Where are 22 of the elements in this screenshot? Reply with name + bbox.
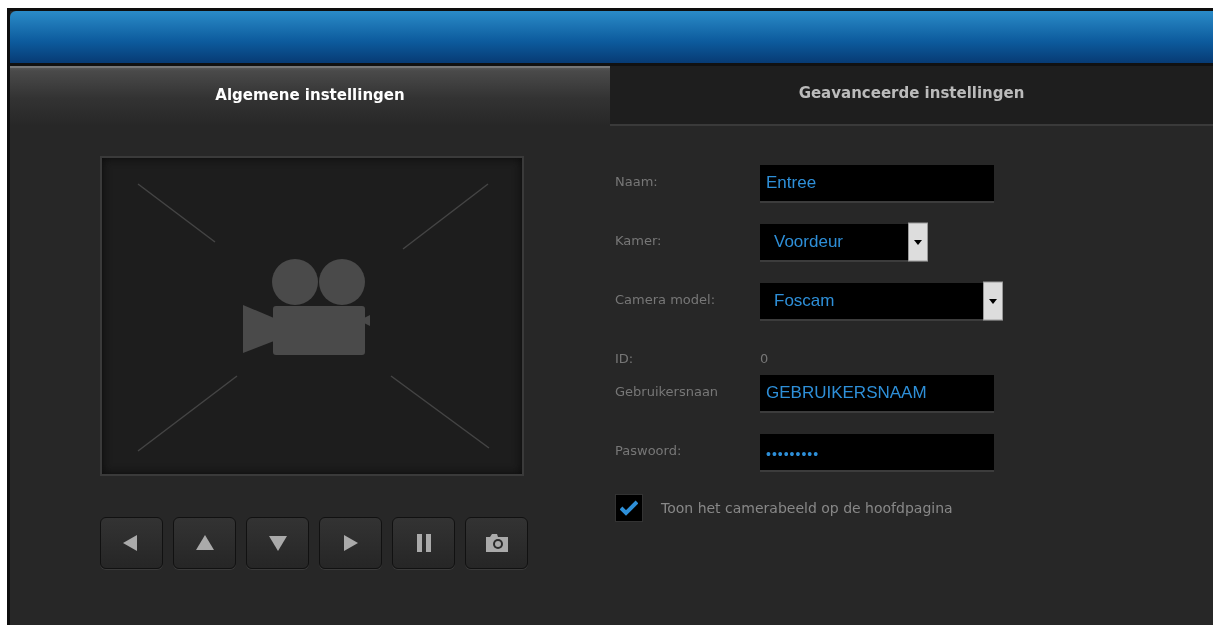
field-label: Kamer: [615, 232, 663, 250]
field-label: Gebruikersnaan [615, 383, 720, 401]
pan-button[interactable] [173, 517, 236, 569]
checkbox[interactable] [615, 494, 643, 522]
snapshot-button[interactable] [465, 517, 528, 569]
field-label: Naam: [615, 173, 659, 191]
field-label: Camera model: [615, 291, 716, 309]
select-field[interactable]: Foscam [760, 283, 1003, 321]
pan-button[interactable] [319, 517, 382, 569]
check-icon [620, 500, 638, 516]
input-field[interactable]: Entree [760, 165, 994, 203]
select-field[interactable]: Voordeur [760, 224, 928, 262]
input-field[interactable]: GEBRUIKERSNAAM [760, 375, 994, 413]
checkbox-label: Toon het camerabeeld op de hoofdpagina [661, 500, 953, 516]
pause-button[interactable] [392, 517, 455, 569]
pan-button[interactable] [100, 517, 163, 569]
field-label: ID: [615, 350, 635, 362]
id-value: 0 [760, 350, 769, 362]
field-label: Paswoord: [615, 442, 683, 460]
pan-button[interactable] [246, 517, 309, 569]
tab[interactable]: Geavanceerde instellingen [610, 66, 1213, 126]
password-field[interactable]: ••••••••• [760, 434, 994, 472]
